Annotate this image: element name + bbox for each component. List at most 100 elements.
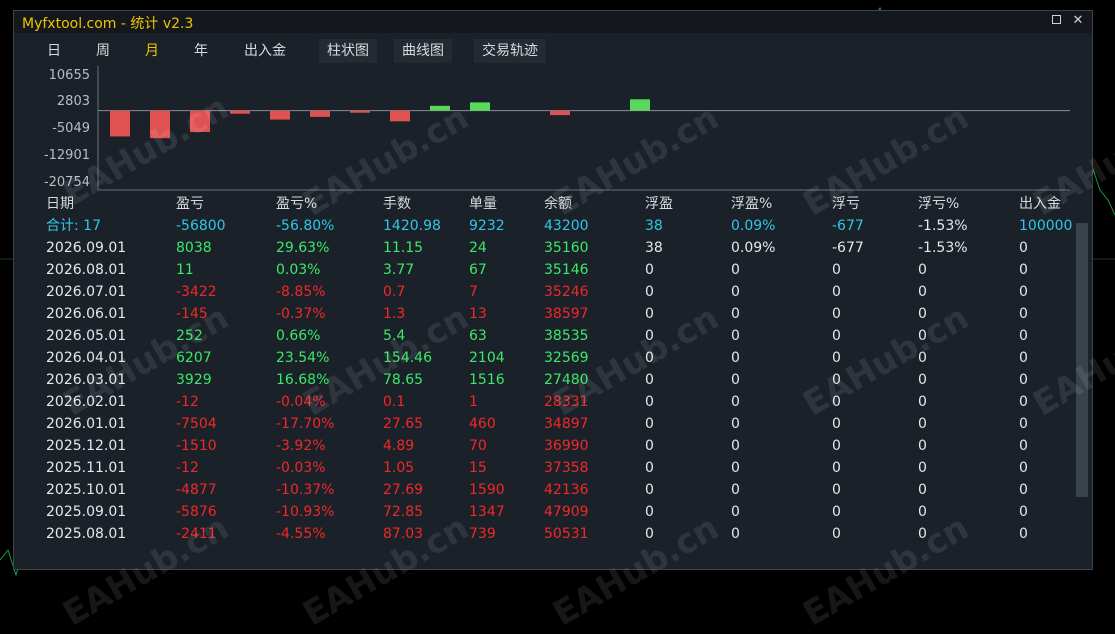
cell-orders: 24 <box>469 240 487 256</box>
cell-lots: 5.4 <box>383 328 406 344</box>
cell-deposit-withdrawal: 100000 <box>1019 218 1073 234</box>
cell-float-loss-percent: 0 <box>918 350 927 366</box>
cell-float-loss: -677 <box>832 218 864 234</box>
cell-lots: 1.05 <box>383 460 415 476</box>
tab-bar-chart[interactable]: 柱状图 <box>319 39 377 63</box>
cell-orders: 460 <box>469 416 496 432</box>
cell-balance: 余额 <box>544 196 572 212</box>
cell-pnl: -12 <box>176 394 199 410</box>
tab-deposit-withdrawal[interactable]: 出入金 <box>240 39 290 63</box>
cell-balance: 43200 <box>544 218 589 234</box>
bars-group <box>110 99 650 139</box>
cell-orders: 67 <box>469 262 487 278</box>
monthly-bar-chart: 10655 2803 -5049 -12901 -20754 <box>14 66 1094 196</box>
cell-deposit-withdrawal: 0 <box>1019 504 1028 520</box>
cell-pnl: -2411 <box>176 526 217 542</box>
cell-float-profit: 0 <box>645 350 654 366</box>
cell-balance: 42136 <box>544 482 589 498</box>
table-row: 2025.08.01 -2411 -4.55% 87.03 739 50531 0 0 0 0 0 <box>14 523 1076 545</box>
cell-deposit-withdrawal: 出入金 <box>1019 196 1061 212</box>
maximize-button[interactable] <box>1048 13 1064 29</box>
tab-month[interactable]: 月 <box>140 39 164 63</box>
title-bar[interactable]: Myfxtool.com - 统计 v2.3 ✕ <box>14 11 1092 33</box>
tab-day[interactable]: 日 <box>42 39 66 63</box>
scrollbar-thumb[interactable] <box>1076 223 1088 497</box>
cell-date: 2025.08.01 <box>46 526 127 542</box>
cell-pnl: 252 <box>176 328 203 344</box>
table-row: 2026.06.01 -145 -0.37% 1.3 13 38597 0 0 0 0 0 <box>14 303 1076 325</box>
cell-date: 2026.01.01 <box>46 416 127 432</box>
cell-float-loss-percent: 0 <box>918 504 927 520</box>
cell-lots: 手数 <box>383 196 411 212</box>
cell-float-profit-percent: 0 <box>731 526 740 542</box>
table-row: 2025.09.01 -5876 -10.93% 72.85 1347 47909 0 0 0 0… <box>14 501 1076 523</box>
chart-bar <box>230 110 250 114</box>
cell-deposit-withdrawal: 0 <box>1019 306 1028 322</box>
cell-orders: 70 <box>469 438 487 454</box>
cell-pnl-percent: -10.93% <box>276 504 335 520</box>
tab-line-chart[interactable]: 曲线图 <box>394 39 452 63</box>
cell-float-loss-percent: 0 <box>918 482 927 498</box>
cell-float-profit-percent: 0 <box>731 306 740 322</box>
cell-pnl-percent: -0.04% <box>276 394 326 410</box>
cell-pnl: 6207 <box>176 350 212 366</box>
cell-lots: 1420.98 <box>383 218 441 234</box>
cell-pnl: -5876 <box>176 504 217 520</box>
cell-float-loss-percent: 0 <box>918 284 927 300</box>
cell-lots: 27.65 <box>383 416 424 432</box>
tab-week[interactable]: 周 <box>91 39 115 63</box>
cell-lots: 4.89 <box>383 438 415 454</box>
table-row: 2026.05.01 252 0.66% 5.4 63 38535 0 0 0 0 0 <box>14 325 1076 347</box>
cell-orders: 9232 <box>469 218 505 234</box>
bar-chart-canvas <box>97 66 1070 191</box>
cell-orders: 63 <box>469 328 487 344</box>
cell-lots: 0.7 <box>383 284 406 300</box>
cell-float-profit-percent: 0 <box>731 284 740 300</box>
cell-pnl: 8038 <box>176 240 212 256</box>
cell-float-profit-percent: 0.09% <box>731 218 776 234</box>
cell-balance: 34897 <box>544 416 589 432</box>
maximize-icon <box>1051 15 1061 24</box>
cell-deposit-withdrawal: 0 <box>1019 526 1028 542</box>
cell-float-loss-percent: 0 <box>918 460 927 476</box>
cell-pnl-percent: -17.70% <box>276 416 335 432</box>
cell-lots: 1.3 <box>383 306 406 322</box>
cell-float-loss-percent: 0 <box>918 328 927 344</box>
cell-pnl: -7504 <box>176 416 217 432</box>
table-row: 2026.07.01 -3422 -8.85% 0.7 7 35246 0 0 0 0 0 <box>14 281 1076 303</box>
cell-balance: 35146 <box>544 262 589 278</box>
cell-float-loss-percent: 0 <box>918 438 927 454</box>
window-title: Myfxtool.com - 统计 v2.3 <box>22 16 194 32</box>
cell-pnl: 3929 <box>176 372 212 388</box>
cell-float-profit-percent: 0 <box>731 438 740 454</box>
table-row: 2025.11.01 -12 -0.03% 1.05 15 37358 0 0 0 0 0 <box>14 457 1076 479</box>
table-row: 2026.04.01 6207 23.54% 154.46 2104 32569 0 0 0 0 0 <box>14 347 1076 369</box>
cell-pnl-percent: -4.55% <box>276 526 326 542</box>
cell-pnl-percent: 16.68% <box>276 372 330 388</box>
cell-float-profit-percent: 0 <box>731 328 740 344</box>
cell-lots: 11.15 <box>383 240 424 256</box>
cell-float-profit-percent: 0 <box>731 262 740 278</box>
cell-deposit-withdrawal: 0 <box>1019 262 1028 278</box>
cell-lots: 3.77 <box>383 262 415 278</box>
close-button[interactable]: ✕ <box>1070 13 1086 29</box>
cell-orders: 2104 <box>469 350 505 366</box>
cell-float-profit: 38 <box>645 240 663 256</box>
cell-float-loss: 0 <box>832 526 841 542</box>
cell-date: 2026.03.01 <box>46 372 127 388</box>
cell-orders: 1590 <box>469 482 505 498</box>
cell-date: 合计: 17 <box>46 218 101 234</box>
cell-float-profit-percent: 0 <box>731 372 740 388</box>
cell-float-profit: 0 <box>645 372 654 388</box>
tab-trade-track[interactable]: 交易轨迹 <box>474 39 546 63</box>
cell-float-loss: 0 <box>832 504 841 520</box>
tab-year[interactable]: 年 <box>189 39 213 63</box>
cell-float-profit: 0 <box>645 262 654 278</box>
cell-float-profit-percent: 0 <box>731 482 740 498</box>
cell-deposit-withdrawal: 0 <box>1019 394 1028 410</box>
cell-float-loss-percent: 0 <box>918 262 927 278</box>
cell-pnl: -3422 <box>176 284 217 300</box>
cell-float-loss: 0 <box>832 460 841 476</box>
cell-float-profit: 0 <box>645 460 654 476</box>
cell-balance: 38597 <box>544 306 589 322</box>
